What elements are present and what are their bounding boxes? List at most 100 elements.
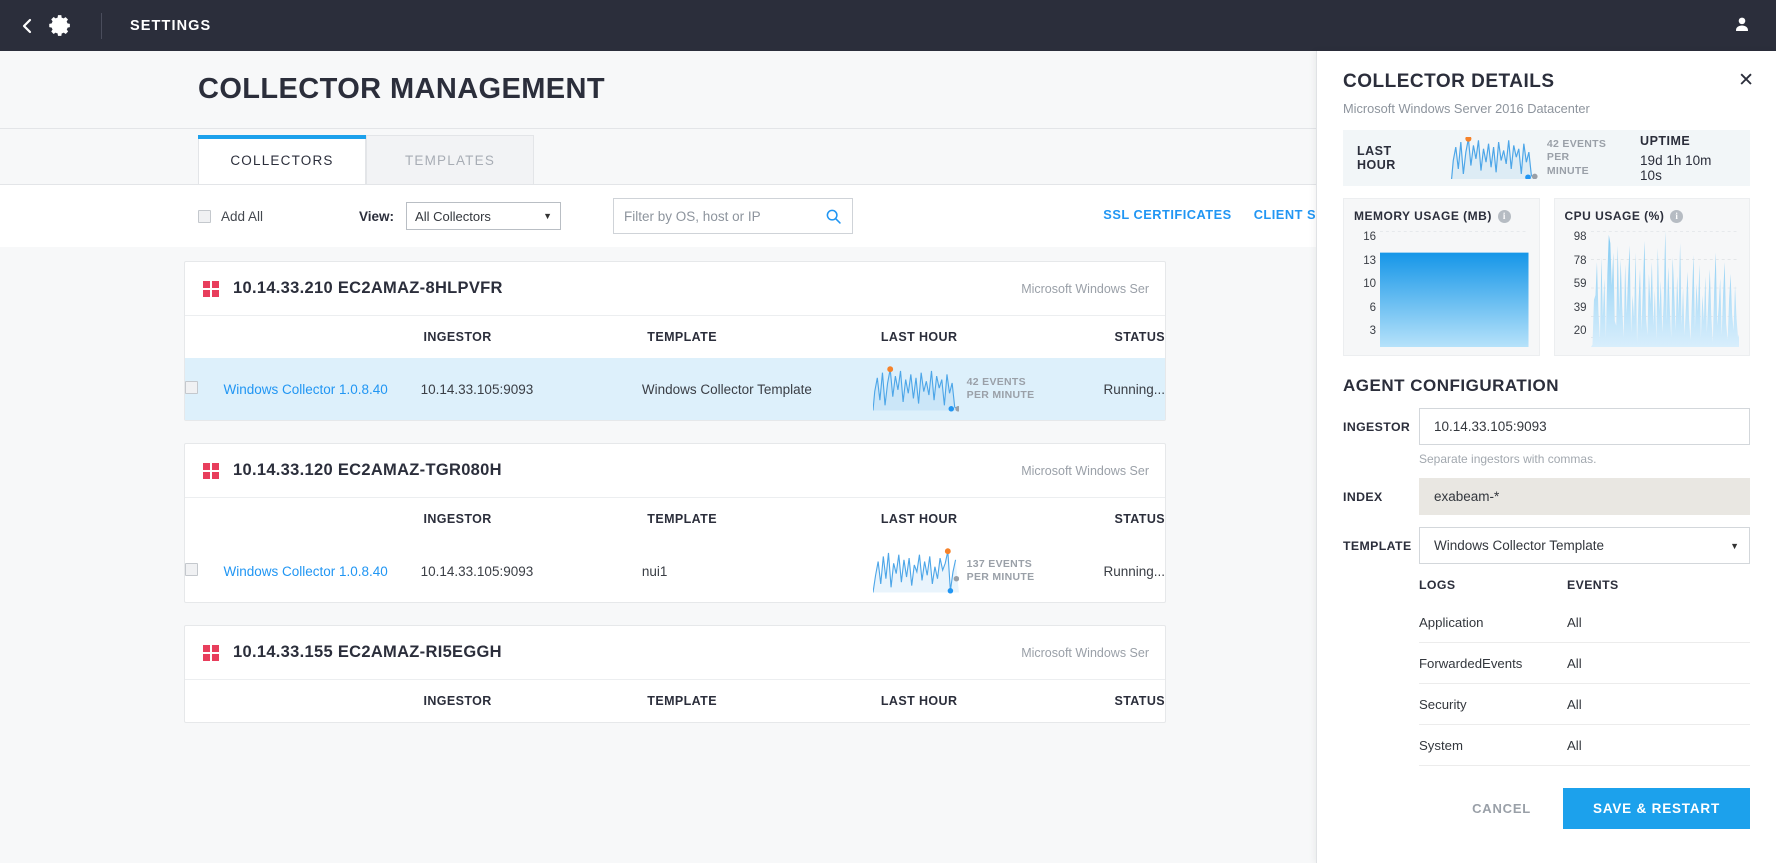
filter-field[interactable] [613, 198, 854, 234]
cpu-area-chart [1590, 231, 1739, 347]
memory-usage-title: MEMORY USAGE (MB) [1354, 209, 1492, 223]
ssl-certificates-link[interactable]: SSL CERTIFICATES [1103, 207, 1231, 222]
chevron-down-icon: ▼ [543, 211, 553, 221]
tab-templates[interactable]: TEMPLATES [366, 135, 534, 184]
cpu-tick: 59 [1573, 278, 1587, 290]
cancel-button[interactable]: CANCEL [1458, 791, 1545, 826]
index-label: INDEX [1343, 489, 1383, 504]
collector-group-os: Microsoft Windows Ser [1021, 281, 1149, 296]
sparkline-end-marker [953, 575, 959, 582]
cpu-usage-card: CPU USAGE (%) i 98 78 59 39 20 [1553, 198, 1750, 356]
collector-name-link[interactable]: Windows Collector 1.0.8.40 [223, 564, 387, 579]
main-content: COLLECTOR MANAGEMENT COLLECTORS TEMPLATE… [0, 51, 1316, 863]
metrics-row: MEMORY USAGE (MB) i 16 13 10 6 3 CPU USA… [1343, 198, 1750, 356]
add-all-label: Add All [221, 208, 264, 224]
sparkline-chart [872, 366, 959, 412]
collector-group-os: Microsoft Windows Ser [1021, 645, 1149, 660]
cell-template: nui1 [641, 563, 668, 579]
view-label: View: [359, 208, 395, 224]
tab-collectors[interactable]: COLLECTORS [198, 135, 366, 184]
close-icon[interactable]: ✕ [1738, 71, 1754, 90]
collector-group-header[interactable]: 10.14.33.210 EC2AMAZ-8HLPVFR Microsoft W… [185, 262, 1165, 316]
last-hour-label: LAST HOUR [1357, 144, 1396, 172]
view-select-value: All Collectors [415, 208, 491, 224]
filter-input[interactable] [624, 208, 820, 224]
logs-table-row[interactable]: Application All [1419, 602, 1750, 643]
settings-gear-button[interactable] [48, 13, 73, 38]
panel-sparkline-chart [1450, 137, 1538, 179]
cpu-tick: 20 [1573, 325, 1587, 337]
back-button[interactable] [20, 17, 34, 35]
row-checkbox[interactable] [185, 381, 198, 394]
collectors-list[interactable]: 10.14.33.210 EC2AMAZ-8HLPVFR Microsoft W… [0, 247, 1316, 863]
collector-group-header[interactable]: 10.14.33.155 EC2AMAZ-RI5EGGH Microsoft W… [185, 626, 1165, 680]
sparkline-chart [872, 548, 959, 594]
ingestor-hint: Separate ingestors with commas. [1419, 452, 1597, 466]
panel-events-unit: PER MINUTE [1546, 151, 1589, 177]
events-count: 42 EVENTS [966, 375, 1026, 388]
sparkline-max-marker [944, 548, 951, 555]
info-icon[interactable]: i [1497, 209, 1511, 223]
cell-last-hour: 42 EVENTS PER MINUTE [872, 365, 1104, 413]
ingestor-row: INGESTOR 10.14.33.105:9093 [1343, 408, 1750, 445]
cell-ingestor: 10.14.33.105:9093 [420, 563, 534, 579]
index-value: exabeam-* [1434, 489, 1500, 504]
collector-group-header[interactable]: 10.14.33.120 EC2AMAZ-TGR080H Microsoft W… [185, 444, 1165, 498]
memory-tick: 3 [1369, 325, 1376, 337]
table-row[interactable]: Windows Collector 1.0.8.40 10.14.33.105:… [185, 540, 1165, 602]
memory-usage-card: MEMORY USAGE (MB) i 16 13 10 6 3 [1343, 198, 1540, 356]
collectors-toolbar: Add All View: All Collectors ▼ SSL CERTI… [0, 185, 1316, 247]
template-label: TEMPLATE [1343, 538, 1412, 553]
cpu-y-axis: 98 78 59 39 20 [1565, 229, 1591, 349]
cpu-tick: 78 [1573, 254, 1587, 267]
table-header-row: INGESTOR TEMPLATE LAST HOUR STATUS [185, 498, 1165, 540]
page-title: COLLECTOR MANAGEMENT [198, 73, 606, 105]
column-header-logs: LOGS [1419, 578, 1456, 592]
memory-usage-plot [1380, 229, 1529, 349]
info-icon[interactable]: i [1670, 209, 1684, 223]
column-header-ingestor: INGESTOR [423, 694, 492, 708]
save-and-restart-button[interactable]: SAVE & RESTART [1563, 788, 1750, 829]
template-select[interactable]: Windows Collector Template ▼ [1419, 527, 1750, 564]
collector-group-title: 10.14.33.210 EC2AMAZ-8HLPVFR [233, 279, 503, 297]
logs-table-row[interactable]: ForwardedEvents All [1419, 643, 1750, 684]
uptime-value: 19d 1h 10m 10s [1640, 152, 1712, 183]
template-value: Windows Collector Template [1434, 538, 1605, 553]
memory-tick: 10 [1363, 278, 1376, 290]
log-name: Security [1419, 696, 1467, 712]
logs-table-header: LOGS EVENTS [1419, 578, 1750, 602]
sparkline-min-marker [948, 406, 954, 412]
column-header-last-hour: LAST HOUR [880, 694, 958, 708]
client-settings-link[interactable]: CLIENT S [1254, 207, 1316, 222]
log-events: All [1567, 655, 1582, 671]
log-name: System [1419, 737, 1463, 753]
add-all-checkbox[interactable] [198, 209, 211, 223]
row-checkbox[interactable] [185, 563, 198, 576]
user-account-button[interactable] [1731, 14, 1753, 41]
gear-icon [49, 15, 70, 36]
ingestor-input[interactable]: 10.14.33.105:9093 [1419, 408, 1750, 445]
index-row: INDEX exabeam-* [1343, 478, 1750, 515]
ingestor-value: 10.14.33.105:9093 [1434, 419, 1547, 434]
log-name: Application [1419, 614, 1484, 630]
collector-name-link[interactable]: Windows Collector 1.0.8.40 [223, 382, 387, 397]
sparkline-max-marker [1465, 137, 1472, 142]
table-row[interactable]: Windows Collector 1.0.8.40 10.14.33.105:… [185, 358, 1165, 420]
column-header-template: TEMPLATE [647, 694, 717, 708]
view-select[interactable]: All Collectors ▼ [406, 202, 562, 230]
logs-table-row[interactable]: Security All [1419, 684, 1750, 725]
events-count: 137 EVENTS [966, 557, 1033, 570]
memory-tick: 16 [1363, 231, 1376, 243]
collector-group-os: Microsoft Windows Ser [1021, 463, 1149, 478]
index-input: exabeam-* [1419, 478, 1750, 515]
logs-table-row[interactable]: System All [1419, 725, 1750, 766]
sparkline-min-marker [947, 588, 953, 594]
column-header-status: STATUS [1114, 512, 1165, 526]
cpu-usage-title: CPU USAGE (%) [1564, 209, 1665, 223]
template-row: TEMPLATE Windows Collector Template ▼ [1343, 527, 1750, 564]
sparkline-end-marker [1531, 173, 1538, 179]
toolbar-divider [101, 12, 102, 39]
agent-configuration-title: AGENT CONFIGURATION [1343, 376, 1560, 395]
events-unit: PER MINUTE [966, 389, 1035, 401]
windows-logo-icon [203, 644, 219, 661]
